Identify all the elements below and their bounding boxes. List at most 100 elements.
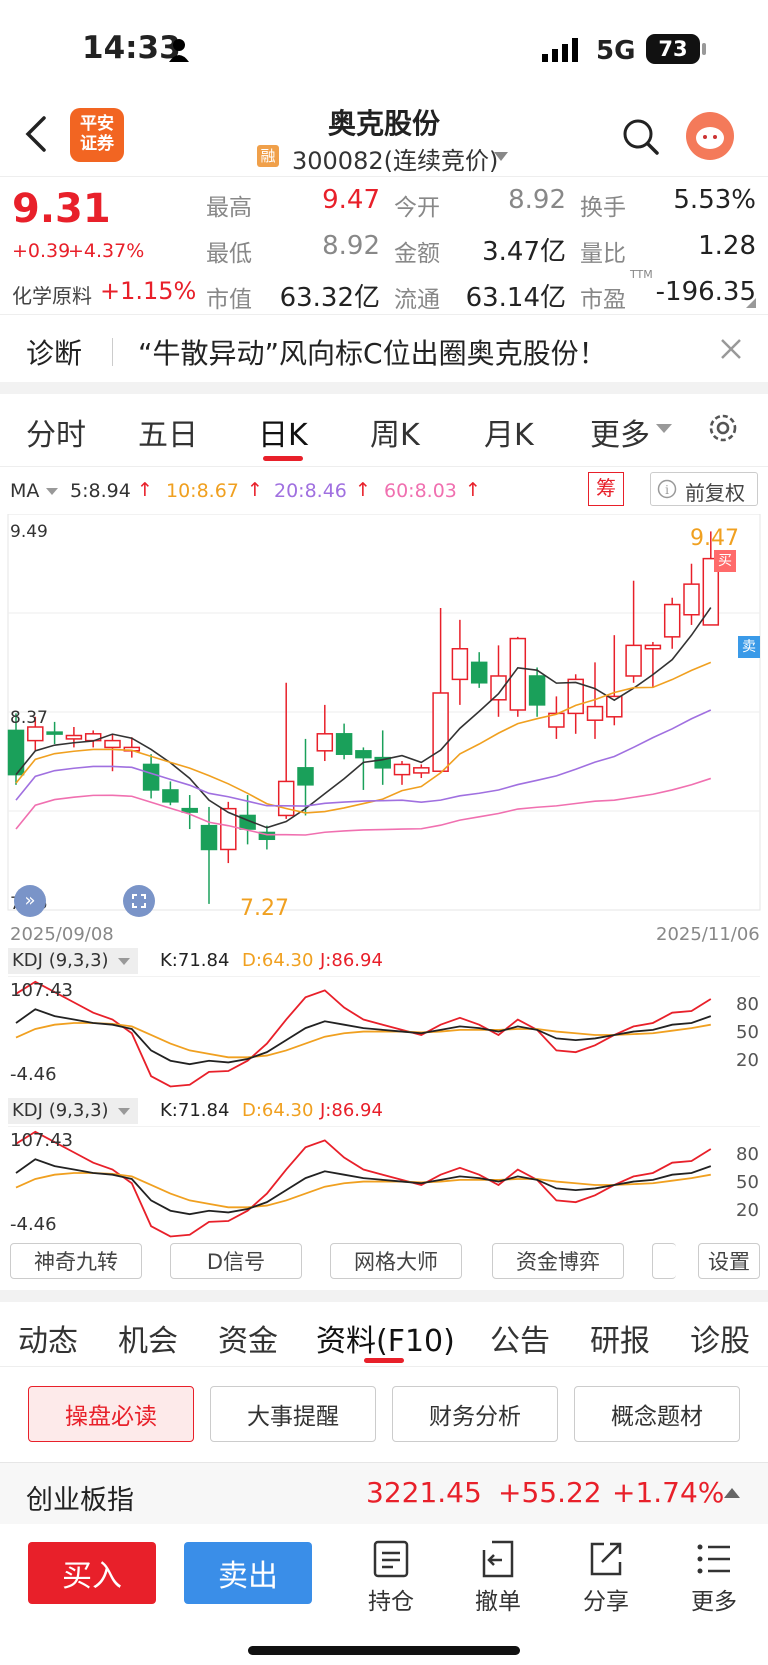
kdj-top-label: 107.43: [10, 980, 73, 1001]
kdj-k-line: [15, 1158, 712, 1216]
volume-ratio-label: 量比: [580, 241, 626, 267]
candle-body: [104, 739, 121, 749]
more-label[interactable]: 更多: [674, 1582, 754, 1616]
tab-zhengu[interactable]: 诊股: [690, 1316, 750, 1360]
candle-body: [432, 692, 449, 772]
battery-icon: 73: [646, 34, 700, 64]
candlestick-chart[interactable]: [0, 514, 768, 924]
f10-button[interactable]: 概念题材: [574, 1386, 740, 1442]
max-price-marker: 9.47: [690, 526, 739, 551]
chevron-up-icon[interactable]: [724, 1488, 740, 1498]
candle-body: [27, 726, 44, 742]
search-icon[interactable]: [622, 118, 660, 160]
kdj-50-label: 50: [736, 1022, 759, 1043]
f10-button-active[interactable]: 操盘必读: [28, 1386, 194, 1442]
tab-weekly-k[interactable]: 周K: [370, 410, 420, 454]
diag-text[interactable]: “牛散异动”风向标C位出圈奥克股份！: [138, 332, 607, 372]
tabs-divider: [0, 466, 768, 467]
ma-label[interactable]: MA: [10, 480, 39, 502]
axis-mid-label: 8.37: [10, 708, 48, 728]
holdings-label[interactable]: 持仓: [351, 1582, 431, 1616]
sell-signal[interactable]: 卖: [738, 636, 760, 658]
date-start: 2025/09/08: [10, 924, 114, 945]
share-icon[interactable]: [588, 1540, 624, 1582]
sector-name[interactable]: 化学原料: [12, 280, 92, 309]
sell-button[interactable]: 卖出: [184, 1542, 312, 1604]
avatar[interactable]: [686, 112, 734, 160]
chevron-down-icon[interactable]: [494, 152, 508, 161]
fuquan-button[interactable]: i 前复权: [650, 472, 758, 506]
tab-dongtai[interactable]: 动态: [18, 1316, 78, 1360]
kdj-k-value: K:71.84: [160, 950, 230, 971]
settings-button[interactable]: 设置: [698, 1243, 760, 1279]
ma-lines: [15, 607, 712, 836]
share-label[interactable]: 分享: [566, 1582, 646, 1616]
ma20-value: 20:8.46: [274, 480, 347, 502]
low-value: 8.92: [322, 231, 380, 261]
tab-more[interactable]: 更多: [590, 410, 650, 454]
open-label: 今开: [394, 195, 440, 221]
stock-code[interactable]: 300082(连续竞价): [292, 141, 498, 176]
expand-corner-icon[interactable]: [746, 298, 756, 308]
candle-body: [316, 733, 334, 752]
kdj-bottom-label: -4.46: [10, 1064, 57, 1085]
chip-button[interactable]: 筹: [588, 472, 624, 506]
candle-body: [393, 763, 411, 776]
diag-label: 诊断: [26, 337, 83, 370]
indicator-button[interactable]: 网格大师: [330, 1243, 462, 1279]
open-value: 8.92: [508, 185, 566, 215]
date-end: 2025/11/06: [656, 924, 760, 945]
quote-divider: [0, 314, 768, 315]
f10-button[interactable]: 大事提醒: [210, 1386, 376, 1442]
indicator-button[interactable]: D信号: [170, 1243, 302, 1279]
kdj-50-label: 50: [736, 1172, 759, 1193]
tab-daily-k[interactable]: 日K: [258, 410, 308, 454]
tab-monthly-k[interactable]: 月K: [484, 410, 534, 454]
cancel-order-label[interactable]: 撤单: [458, 1582, 538, 1616]
chevron-down-icon[interactable]: [118, 1108, 130, 1115]
indicator-button-partial[interactable]: [652, 1243, 676, 1279]
signal-icon: [542, 38, 582, 66]
kdj-k-line: [15, 1008, 712, 1066]
rong-badge: 融: [257, 145, 279, 167]
diag-divider: [112, 338, 113, 366]
float-label: 流通: [394, 287, 440, 313]
tab-wuri[interactable]: 五日: [138, 410, 198, 454]
high-label: 最高: [206, 195, 252, 221]
fuquan-label: 前复权: [685, 481, 745, 505]
tab-fenshi[interactable]: 分时: [26, 410, 86, 454]
gear-icon[interactable]: [706, 411, 740, 449]
section-gap: [0, 1290, 768, 1302]
index-change: +55.22: [498, 1476, 602, 1509]
chevron-down-icon[interactable]: [46, 488, 58, 495]
ma-line: [15, 661, 712, 814]
tab-f10[interactable]: 资料(F10): [316, 1316, 455, 1360]
amount-value: 3.47亿: [482, 237, 566, 267]
kdj-20-label: 20: [736, 1050, 759, 1071]
cancel-order-icon[interactable]: [480, 1540, 516, 1582]
chevron-down-icon[interactable]: [118, 958, 130, 965]
holdings-icon[interactable]: [373, 1540, 409, 1582]
tab-jihui[interactable]: 机会: [118, 1316, 178, 1360]
section-gap: [0, 382, 768, 394]
candle-body: [644, 644, 662, 650]
candle-body: [162, 789, 179, 803]
expand-left-icon[interactable]: »: [14, 885, 46, 917]
index-value: 3221.45: [366, 1476, 482, 1509]
more-icon[interactable]: [696, 1542, 732, 1580]
axis-top-label: 9.49: [10, 522, 48, 542]
buy-signal[interactable]: 买: [714, 550, 736, 572]
arrow-up-icon: ↑: [247, 479, 263, 501]
buy-button[interactable]: 买入: [28, 1542, 156, 1604]
tab-yanbao[interactable]: 研报: [590, 1316, 650, 1360]
indicator-button[interactable]: 神奇九转: [10, 1243, 142, 1279]
chevron-down-icon[interactable]: [656, 424, 672, 433]
indicator-button[interactable]: 资金博弈: [492, 1243, 624, 1279]
sector-pct: +1.15%: [100, 277, 197, 305]
close-icon[interactable]: [720, 338, 742, 364]
tab-zijin[interactable]: 资金: [218, 1316, 278, 1360]
f10-button[interactable]: 财务分析: [392, 1386, 558, 1442]
tab-gonggao[interactable]: 公告: [490, 1316, 550, 1360]
arrow-up-icon: ↑: [137, 479, 153, 501]
fullscreen-icon[interactable]: [123, 885, 155, 917]
